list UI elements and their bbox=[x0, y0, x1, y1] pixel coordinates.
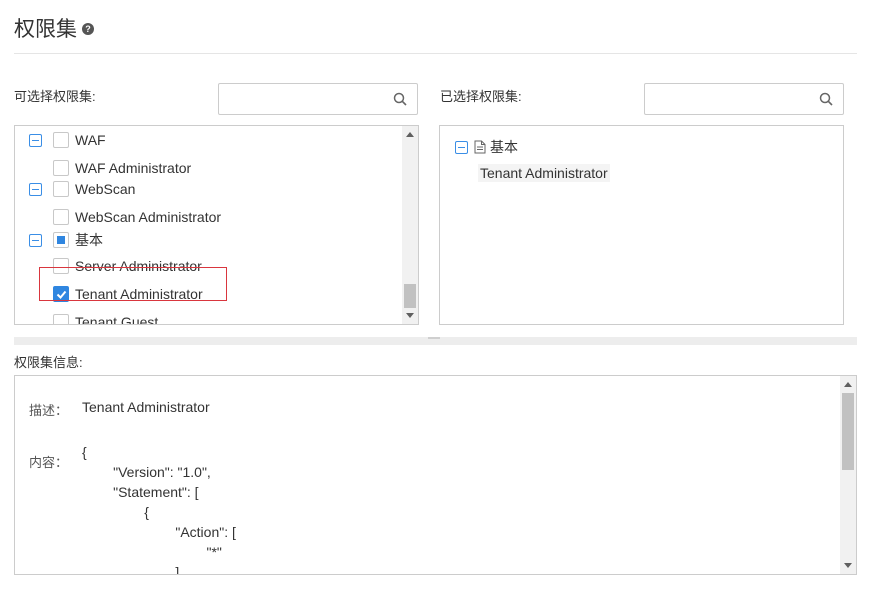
checkbox[interactable] bbox=[53, 132, 69, 148]
info-label: 权限集信息: bbox=[14, 355, 83, 370]
scroll-down-arrow-icon[interactable] bbox=[844, 563, 852, 568]
json-line: "*" bbox=[82, 544, 222, 560]
json-line: "Version": "1.0", bbox=[82, 464, 211, 480]
highlight-box bbox=[39, 267, 227, 301]
selected-search-box[interactable] bbox=[644, 83, 844, 115]
available-search-box[interactable] bbox=[218, 83, 418, 115]
checkbox[interactable] bbox=[53, 209, 69, 225]
tree-group-row[interactable]: WebScan bbox=[29, 181, 135, 197]
tree-node-label: Tenant Guest bbox=[75, 314, 159, 325]
splitter-grip[interactable] bbox=[428, 337, 440, 339]
tree-item-row[interactable]: Tenant Guest bbox=[53, 314, 159, 325]
tree-item-row[interactable]: WAF Administrator bbox=[53, 160, 191, 176]
scroll-down-arrow-icon[interactable] bbox=[406, 313, 414, 318]
selected-item[interactable]: Tenant Administrator bbox=[478, 164, 610, 182]
checkbox[interactable] bbox=[53, 314, 69, 324]
scroll-thumb[interactable] bbox=[404, 284, 416, 308]
collapse-icon[interactable] bbox=[29, 233, 42, 247]
json-line: "Action": [ bbox=[82, 524, 236, 540]
tree-node-label: WebScan bbox=[75, 181, 136, 197]
selected-group-label: 基本 bbox=[490, 139, 518, 155]
checkbox[interactable] bbox=[53, 181, 69, 197]
tree-group-row[interactable]: WAF bbox=[29, 132, 106, 148]
json-line: ] bbox=[82, 564, 180, 575]
json-line: { bbox=[82, 444, 87, 460]
description-value: Tenant Administrator bbox=[82, 399, 210, 415]
tree-node-label: WebScan Administrator bbox=[75, 209, 222, 225]
scroll-up-arrow-icon[interactable] bbox=[406, 132, 414, 137]
selected-search-input[interactable] bbox=[645, 84, 810, 114]
scroll-up-arrow-icon[interactable] bbox=[844, 382, 852, 387]
page-title: 权限集 ? bbox=[14, 13, 94, 43]
json-line: { bbox=[82, 504, 149, 520]
help-icon[interactable]: ? bbox=[82, 23, 94, 35]
checkbox-partial[interactable] bbox=[53, 232, 69, 248]
checkbox[interactable] bbox=[53, 160, 69, 176]
available-label: 可选择权限集: bbox=[14, 89, 96, 104]
tree-node-label: 基本 bbox=[75, 232, 103, 248]
selected-group-row[interactable]: 基本 bbox=[455, 137, 518, 157]
content-key: 内容： bbox=[29, 455, 69, 470]
available-scrollbar[interactable] bbox=[402, 126, 418, 324]
info-panel[interactable]: 描述： Tenant Administrator 内容： { "Version"… bbox=[14, 375, 857, 575]
tree-node-label: WAF Administrator bbox=[75, 160, 192, 176]
json-line: "Statement": [ bbox=[82, 484, 199, 500]
scroll-thumb[interactable] bbox=[842, 393, 854, 470]
info-scrollbar[interactable] bbox=[840, 376, 856, 574]
tree-node-label: WAF bbox=[75, 132, 106, 148]
title-divider bbox=[14, 53, 857, 54]
document-icon bbox=[474, 140, 486, 154]
tree-item-row[interactable]: WebScan Administrator bbox=[53, 209, 221, 225]
page-title-text: 权限集 bbox=[14, 18, 77, 41]
collapse-icon[interactable] bbox=[29, 182, 42, 196]
collapse-icon[interactable] bbox=[455, 140, 468, 154]
available-search-input[interactable] bbox=[219, 84, 384, 114]
search-icon[interactable] bbox=[819, 92, 833, 106]
search-icon[interactable] bbox=[393, 92, 407, 106]
description-key: 描述： bbox=[29, 403, 69, 418]
selected-label: 已选择权限集: bbox=[440, 89, 522, 104]
collapse-icon[interactable] bbox=[29, 133, 42, 147]
tree-group-row[interactable]: 基本 bbox=[29, 230, 103, 250]
